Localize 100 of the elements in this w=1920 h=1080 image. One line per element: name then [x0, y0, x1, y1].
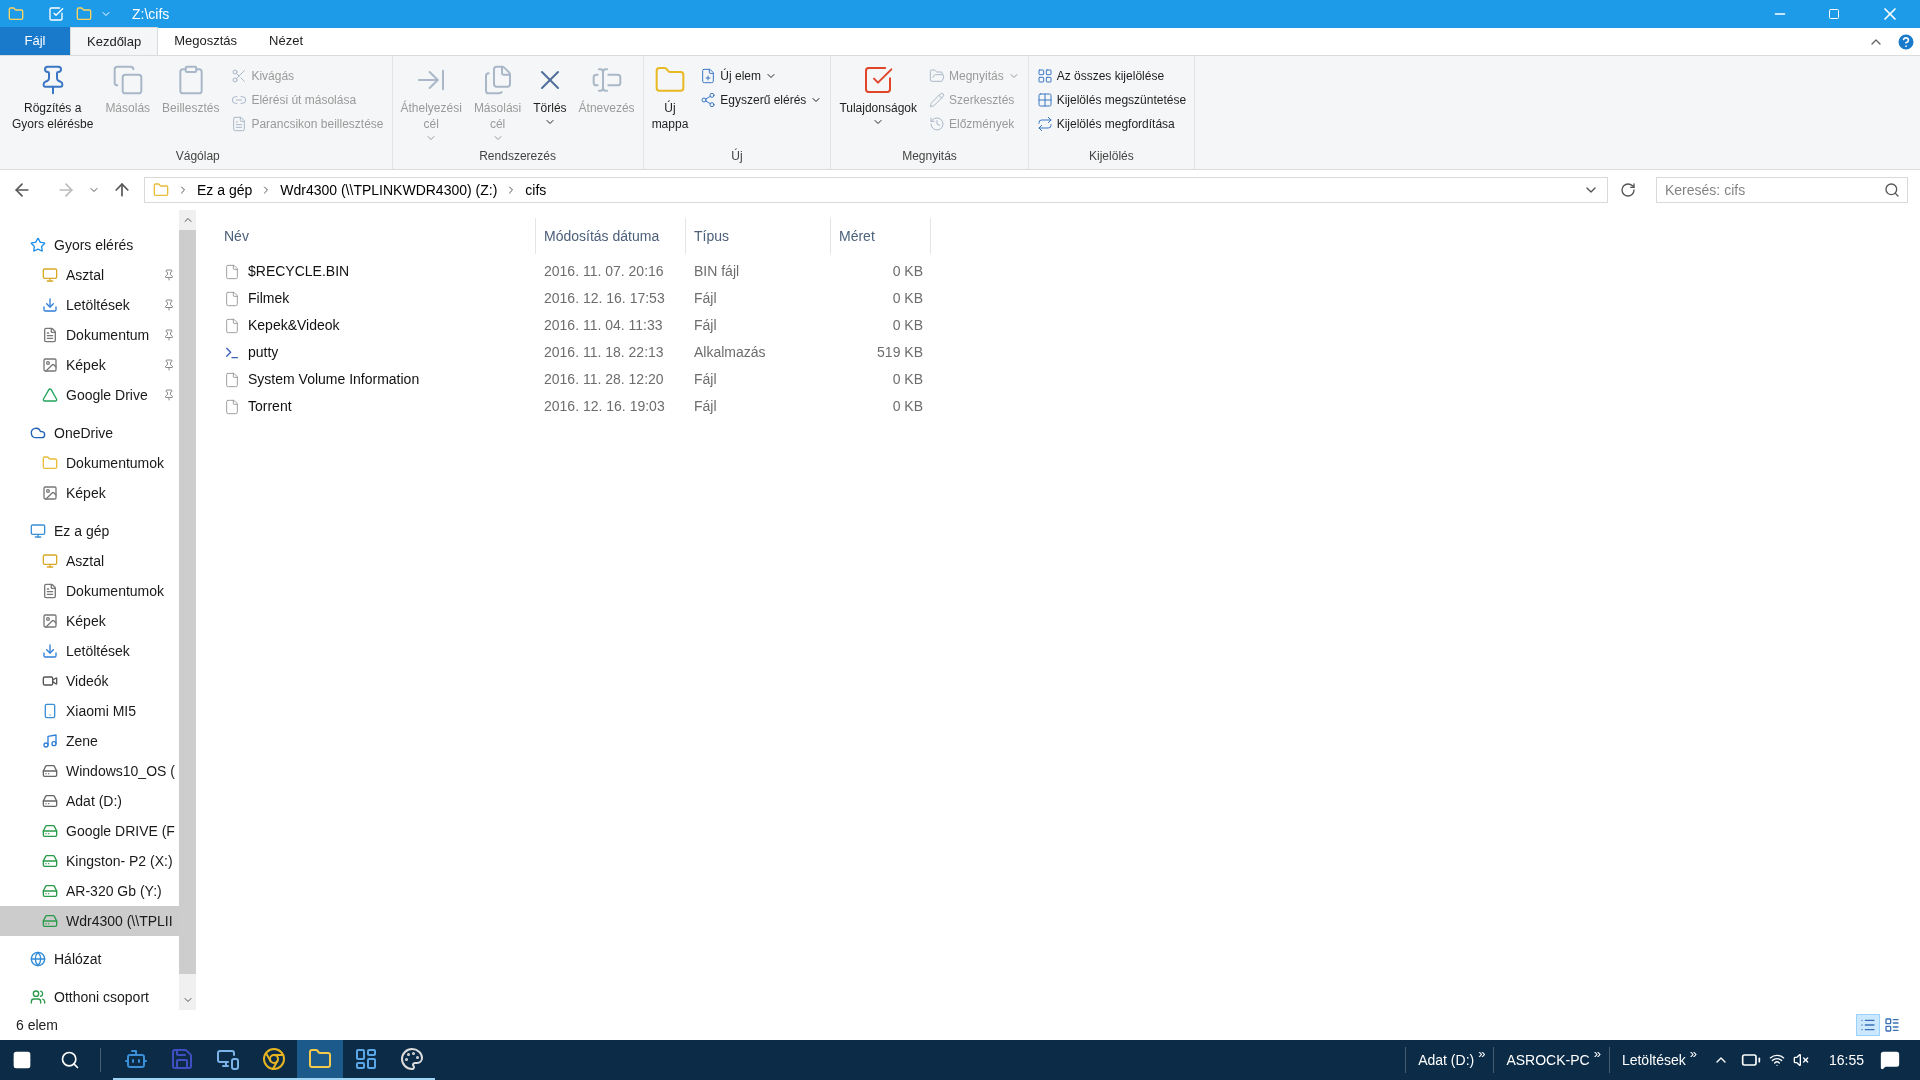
table-cell-text: Alkalmazás [693, 343, 767, 362]
search-field[interactable]: Keresés: cifs [1656, 177, 1908, 203]
nav-item[interactable]: Képek [0, 478, 179, 508]
start-icon[interactable] [12, 1050, 32, 1070]
search-icon[interactable] [60, 1050, 80, 1070]
ribbon-button[interactable]: Új elem [696, 64, 827, 88]
nav-item[interactable]: Hálózat [0, 944, 179, 974]
nav-item[interactable]: Letöltések [0, 290, 179, 320]
nav-item[interactable]: Dokumentumok [0, 448, 179, 478]
ribbon-tab[interactable]: Megosztás [158, 27, 254, 55]
nav-item[interactable]: Google Drive [0, 380, 179, 410]
nav-item[interactable]: Xiaomi MI5 [0, 696, 179, 726]
command-icon [700, 92, 717, 108]
folder-icon [8, 6, 24, 22]
nav-item-icon [42, 387, 58, 403]
nav-item[interactable]: Wdr4300 (\\TPLII [0, 906, 179, 936]
address-field[interactable]: Ez a gép Wdr4300 (\\TPLINKWDR4300) (Z:) cifs [144, 177, 1608, 203]
group-label: Vágólap [174, 148, 221, 165]
table-cell-text: 0 KB [891, 370, 924, 389]
ribbon-tab[interactable]: Fájl [0, 27, 70, 55]
column-header[interactable]: Méret [831, 218, 931, 254]
table-cell-text: BIN fájl [693, 262, 741, 281]
ribbon-button[interactable]: Egyszerű elérés [696, 88, 827, 112]
toolbar-chevron[interactable]: » [1689, 1047, 1697, 1061]
command-icon [929, 92, 945, 108]
nav-item[interactable]: Dokumentumok [0, 576, 179, 606]
toolbar-label[interactable]: ASROCK-PC [1506, 1049, 1590, 1071]
breadcrumb[interactable]: Wdr4300 (\\TPLINKWDR4300) (Z:) [280, 179, 498, 201]
nav-item[interactable]: Zene [0, 726, 179, 756]
list-icon [1860, 1017, 1876, 1033]
folder-icon [153, 182, 169, 198]
nav-item-icon [30, 951, 46, 967]
ribbon-tab[interactable]: Nézet [253, 27, 320, 55]
nav-item[interactable]: Ez a gép [0, 516, 179, 546]
nav-item[interactable]: Dokumentum [0, 320, 179, 350]
column-header[interactable]: Típus [686, 218, 831, 254]
nav-item[interactable]: Képek [0, 350, 179, 380]
command-icon [929, 68, 945, 84]
properties-icon[interactable] [48, 6, 64, 22]
toolbar-label[interactable]: Adat (D:) [1418, 1049, 1475, 1071]
nav-item[interactable]: Windows10_OS ( [0, 756, 179, 786]
table-cell-text: 0 KB [891, 289, 924, 308]
ribbon-tab[interactable]: Kezdőlap [70, 27, 159, 55]
table-cell-text: Fájl [693, 370, 718, 389]
nav-item-icon [42, 703, 58, 719]
nav-item[interactable]: Képek [0, 606, 179, 636]
breadcrumb[interactable]: cifs [525, 179, 547, 201]
help-icon[interactable] [1896, 31, 1916, 52]
nav-item[interactable]: Gyors elérés [0, 230, 179, 260]
ribbon-button[interactable]: Az összes kijelölése [1032, 64, 1191, 88]
file-name[interactable]: System Volume Information [248, 369, 420, 390]
ribbon-button[interactable]: Új mappa [647, 60, 693, 147]
nav-item[interactable]: Kingston- P2 (X:) [0, 846, 179, 876]
file-icon [224, 290, 240, 307]
toolbar-chevron[interactable]: » [1593, 1047, 1601, 1061]
group-label: Kijelölés [1088, 148, 1135, 165]
nav-item-icon [30, 425, 46, 441]
table-cell-text: Fájl [693, 316, 718, 335]
nav-item-icon [42, 853, 58, 869]
file-icon [224, 263, 240, 280]
file-name[interactable]: putty [248, 342, 279, 363]
nav-item-icon [42, 793, 58, 809]
app-icon [262, 1047, 286, 1071]
wifi-icon[interactable] [1768, 1052, 1785, 1068]
nav-item-icon [42, 613, 58, 629]
nav-item[interactable]: Adat (D:) [0, 786, 179, 816]
nav-item[interactable]: OneDrive [0, 418, 179, 448]
command-icon [1036, 92, 1053, 108]
search-icon [1884, 182, 1900, 198]
nav-item[interactable]: Asztal [0, 546, 179, 576]
column-header[interactable]: Név [216, 218, 536, 254]
ribbon-button[interactable]: Rögzítés a Gyors elérésbe [8, 60, 98, 147]
breadcrumb[interactable]: Ez a gép [197, 179, 253, 201]
ribbon-button[interactable]: Tulajdonságok [835, 60, 921, 147]
file-name[interactable]: Torrent [248, 396, 292, 417]
nav-item[interactable]: Otthoni csoport [0, 982, 179, 1010]
notifications-icon[interactable] [1880, 1050, 1900, 1070]
taskbar-app[interactable] [297, 1040, 343, 1080]
column-header[interactable]: Módosítás dátuma [536, 218, 686, 254]
nav-item[interactable]: AR-320 Gb (Y:) [0, 876, 179, 906]
view-button[interactable] [1856, 1014, 1880, 1036]
maximize-icon[interactable] [1828, 8, 1840, 20]
file-name[interactable]: Filmek [248, 288, 290, 309]
app-icon [308, 1047, 332, 1071]
speaker-muted-icon[interactable] [1792, 1052, 1809, 1068]
ribbon-button[interactable]: Törlés [529, 60, 571, 147]
ribbon-button[interactable]: Kijelölés megfordítása [1032, 112, 1191, 136]
nav-item-icon [42, 733, 58, 749]
ribbon-button[interactable]: Kijelölés megszüntetése [1032, 88, 1191, 112]
nav-item[interactable]: Asztal [0, 260, 179, 290]
refresh-icon[interactable] [1620, 182, 1636, 198]
nav-item[interactable]: Letöltések [0, 636, 179, 666]
toolbar-chevron[interactable]: » [1478, 1047, 1486, 1061]
nav-item[interactable]: Google DRIVE (F [0, 816, 179, 846]
file-name[interactable]: Kepek&Videok [248, 315, 340, 336]
nav-item[interactable]: Videók [0, 666, 179, 696]
table-cell-text: 2016. 12. 16. 19:03 [543, 397, 666, 416]
clock[interactable]: 16:55 [1828, 1049, 1864, 1071]
file-name[interactable]: $RECYCLE.BIN [248, 261, 350, 282]
toolbar-label[interactable]: Letöltések [1621, 1049, 1686, 1071]
